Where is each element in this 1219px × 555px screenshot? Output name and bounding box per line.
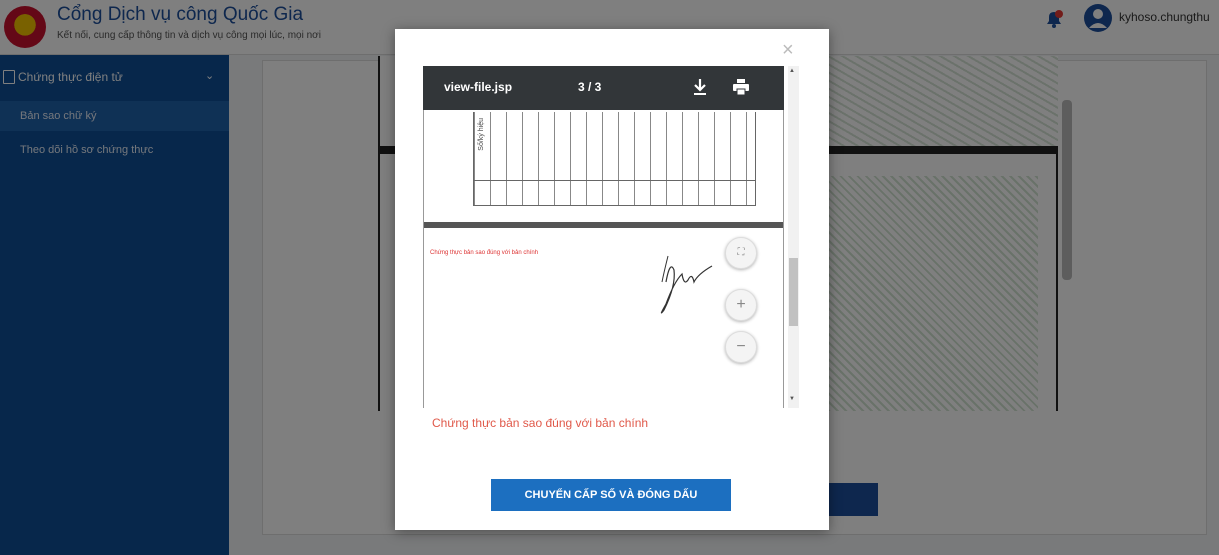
- zoom-out-button[interactable]: −: [725, 331, 757, 363]
- certification-caption: Chứng thực bản sao đúng với bản chính: [432, 416, 649, 430]
- viewer-file-name: view-file.jsp: [444, 80, 513, 94]
- print-icon[interactable]: [732, 78, 750, 96]
- scroll-up-arrow-icon[interactable]: ▲: [789, 68, 795, 74]
- scroll-down-arrow-icon[interactable]: ▼: [789, 396, 795, 402]
- viewer-scrollbar-thumb[interactable]: [789, 258, 798, 326]
- download-icon[interactable]: [692, 78, 708, 96]
- certification-stamp-text: Chứng thực bản sao đúng với bản chính: [430, 250, 539, 256]
- fit-page-button[interactable]: ⛶: [725, 237, 757, 269]
- close-icon[interactable]: ×: [782, 40, 794, 60]
- signature-image: [660, 255, 713, 314]
- viewer-page-indicator: 3 / 3: [578, 80, 602, 94]
- transfer-number-and-stamp-button[interactable]: CHUYỂN CẤP SỐ VÀ ĐÓNG DẤU: [491, 479, 731, 511]
- table-row-line: [473, 180, 756, 181]
- document-table: [473, 112, 756, 206]
- table-vertical-label: Số/ký hiệu: [478, 118, 485, 151]
- viewer-scrollbar[interactable]: [788, 66, 799, 408]
- zoom-in-button[interactable]: +: [725, 289, 757, 321]
